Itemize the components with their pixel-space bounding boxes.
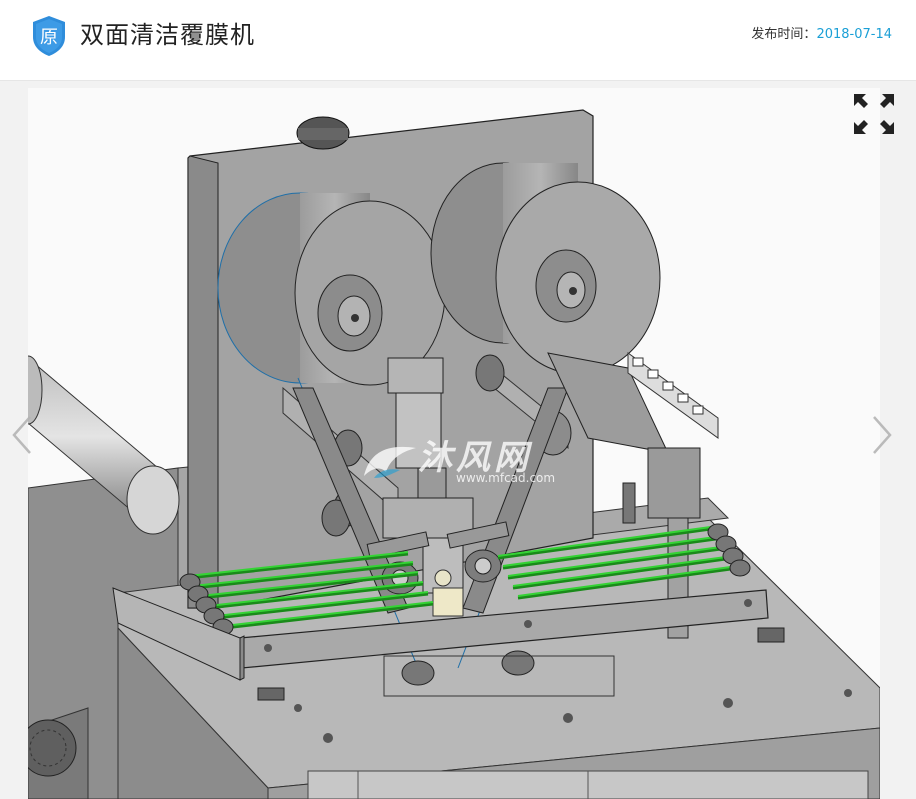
page-header: 原 双面清洁覆膜机 发布时间：2018-07-14 xyxy=(0,0,916,81)
publish-date: 2018-07-14 xyxy=(816,27,892,42)
badge-char: 原 xyxy=(40,27,58,48)
publish-info: 发布时间：2018-07-14 xyxy=(751,25,892,45)
page-title: 双面清洁覆膜机 xyxy=(80,21,255,49)
chevron-left-icon[interactable] xyxy=(10,413,34,457)
publish-label: 发布时间： xyxy=(751,27,817,42)
shield-icon: 原 xyxy=(33,16,65,56)
fullscreen-icon[interactable] xyxy=(852,92,896,136)
image-viewer[interactable] xyxy=(28,88,880,799)
machine-drawing xyxy=(28,88,880,799)
chevron-right-icon[interactable] xyxy=(870,413,894,457)
